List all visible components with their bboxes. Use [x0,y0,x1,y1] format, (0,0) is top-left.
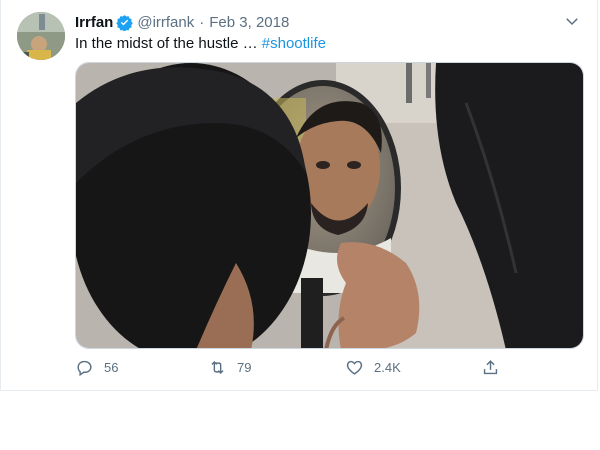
photo-illustration [76,63,583,348]
tweet-photo[interactable] [75,62,584,349]
retweet-button[interactable]: 79 [208,358,251,377]
tweet-actions: 56 79 2.4K [75,358,505,380]
like-count: 2.4K [374,360,401,375]
verified-badge-icon [116,14,134,31]
avatar[interactable] [17,12,65,60]
author-handle[interactable]: @irrfank [137,14,194,31]
reply-count: 56 [104,360,119,375]
tweet-card[interactable]: Irrfan @irrfank · Feb 3, 2018 In the mid… [0,0,598,391]
retweet-count: 79 [237,360,252,375]
chevron-down-icon[interactable] [563,12,581,30]
author-name[interactable]: Irrfan [75,14,113,31]
heart-icon [346,360,363,375]
separator-dot: · [199,13,205,31]
share-button[interactable] [481,358,510,377]
tweet-date[interactable]: Feb 3, 2018 [209,14,289,31]
share-icon [483,360,498,375]
retweet-icon [211,360,224,375]
reply-icon [77,360,92,377]
reply-button[interactable]: 56 [75,358,118,377]
tweet-header: Irrfan @irrfank · Feb 3, 2018 [75,12,289,32]
like-button[interactable]: 2.4K [345,358,401,377]
hashtag-link[interactable]: #shootlife [262,35,326,52]
tweet-body: In the midst of the hustle … [75,35,258,52]
tweet-text: In the midst of the hustle … #shootlife [75,34,326,54]
